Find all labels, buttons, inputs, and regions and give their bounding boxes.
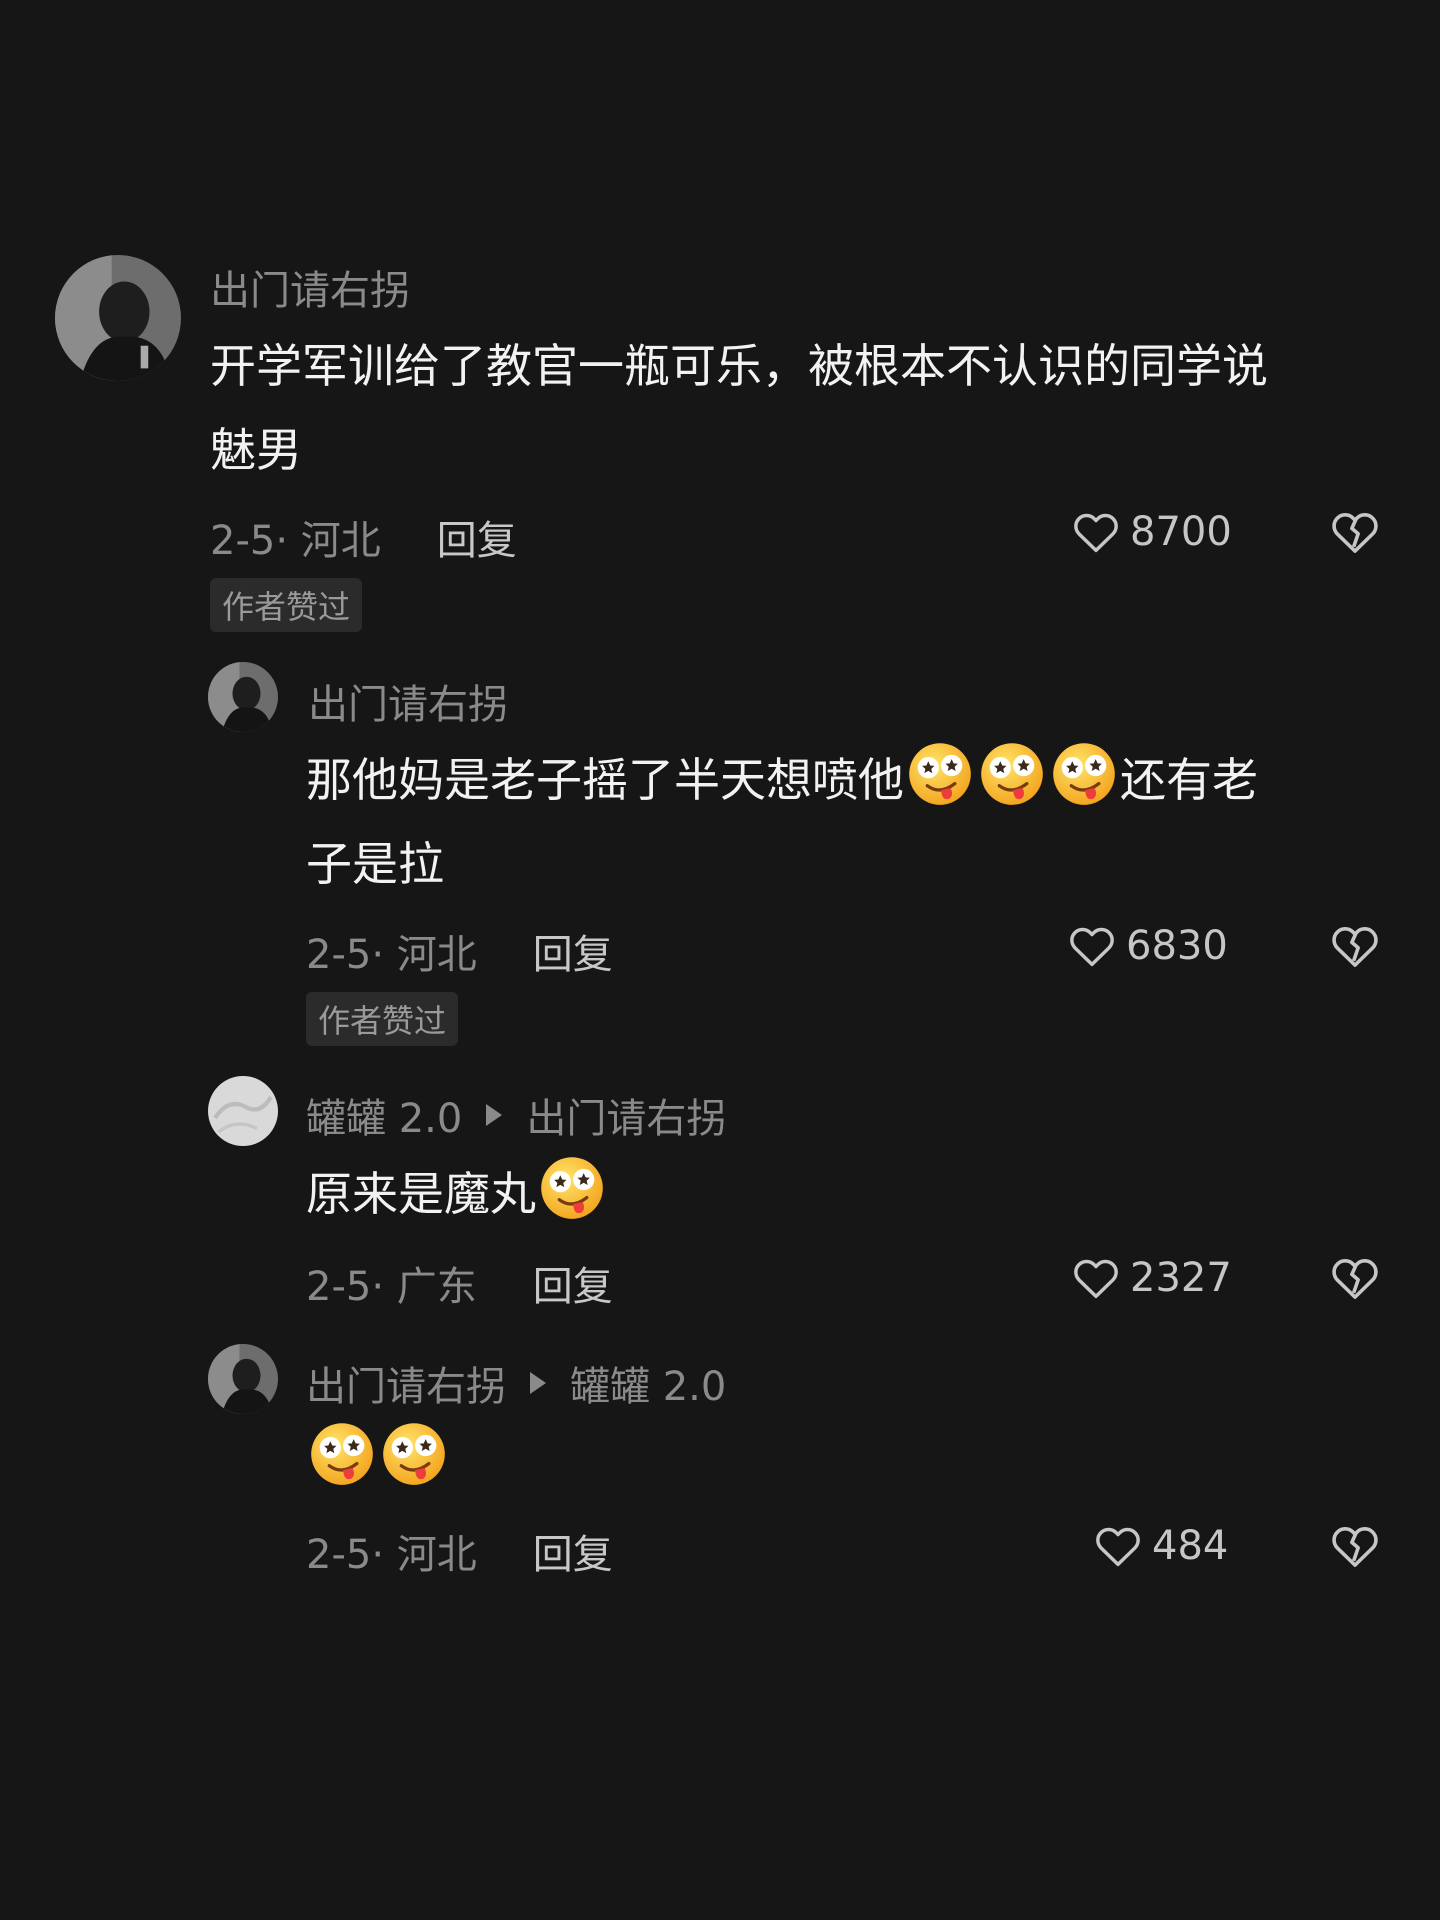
- like-count: 8700: [1130, 509, 1232, 555]
- author-name[interactable]: 出门请右拐: [308, 672, 508, 730]
- heart-outline-icon: [1066, 920, 1118, 972]
- heart-outline-icon: [1092, 1520, 1144, 1572]
- comment-text: [306, 1418, 450, 1502]
- reply-button[interactable]: 回复: [533, 922, 613, 980]
- reply-button[interactable]: 回复: [533, 1254, 613, 1312]
- reply-button[interactable]: 回复: [533, 1522, 613, 1580]
- author-name-row: 出门请右拐: [210, 258, 410, 316]
- author-liked-badge: 作者赞过: [210, 578, 363, 632]
- author-name[interactable]: 出门请右拐: [306, 1354, 506, 1412]
- comment-text-line: 魅男: [210, 423, 302, 477]
- reply-to-name[interactable]: 出门请右拐: [526, 1086, 726, 1144]
- drooling-star-eyes-emoji: [906, 740, 974, 808]
- author-name[interactable]: 出门请右拐: [210, 258, 410, 316]
- broken-heart-icon[interactable]: [1328, 505, 1382, 559]
- author-name-row: 出门请右拐 罐罐 2.0: [306, 1354, 726, 1412]
- comment-meta: 2-5· 河北 回复: [210, 508, 517, 566]
- comment-text-segment: 还有老: [1120, 753, 1258, 807]
- date-location: 2-5· 广东: [306, 1264, 477, 1310]
- avatar-photo: [55, 255, 181, 381]
- avatar[interactable]: [208, 1076, 278, 1146]
- broken-heart-icon[interactable]: [1328, 1251, 1382, 1305]
- heart-outline-icon: [1070, 1252, 1122, 1304]
- like-button[interactable]: 6830: [1066, 920, 1228, 972]
- comment-meta: 2-5· 河北 回复: [306, 922, 613, 980]
- date-location: 2-5· 河北: [306, 1532, 477, 1578]
- drooling-star-eyes-emoji: [1050, 740, 1118, 808]
- like-count: 6830: [1126, 923, 1228, 969]
- like-count: 2327: [1130, 1255, 1232, 1301]
- author-name-row: 罐罐 2.0 出门请右拐: [306, 1086, 726, 1144]
- comment-text: 开学军训给了教官一瓶可乐，被根本不认识的同学说 魅男: [210, 324, 1268, 492]
- like-button[interactable]: 2327: [1070, 1252, 1232, 1304]
- comment-meta: 2-5· 广东 回复: [306, 1254, 613, 1312]
- like-button[interactable]: 8700: [1070, 506, 1232, 558]
- date-location: 2-5· 河北: [210, 518, 381, 564]
- heart-outline-icon: [1070, 506, 1122, 558]
- date-location: 2-5· 河北: [306, 932, 477, 978]
- avatar-photo: [208, 1076, 278, 1146]
- like-button[interactable]: 484: [1092, 1520, 1228, 1572]
- comment-text: 原来是魔丸: [306, 1152, 608, 1236]
- comment-text-segment: 原来是魔丸: [306, 1167, 536, 1221]
- comment-meta: 2-5· 河北 回复: [306, 1522, 613, 1580]
- comment-text-line: 那他妈是老子摇了半天想喷他 还有老: [306, 738, 1258, 822]
- like-count: 484: [1152, 1523, 1229, 1569]
- avatar[interactable]: [55, 255, 181, 381]
- comment-text-line: 子是拉: [306, 837, 444, 891]
- broken-heart-icon[interactable]: [1328, 919, 1382, 973]
- author-name-row: 出门请右拐: [308, 672, 508, 730]
- comment-text: 那他妈是老子摇了半天想喷他 还有老 子是拉: [306, 738, 1258, 906]
- avatar[interactable]: [208, 1344, 278, 1414]
- avatar-photo: [208, 662, 278, 732]
- drooling-star-eyes-emoji: [538, 1154, 606, 1222]
- comment-text-line: 开学军训给了教官一瓶可乐，被根本不认识的同学说: [210, 339, 1268, 393]
- broken-heart-icon[interactable]: [1328, 1519, 1382, 1573]
- reply-button[interactable]: 回复: [437, 508, 517, 566]
- avatar-photo: [208, 1344, 278, 1414]
- reply-to-name[interactable]: 罐罐 2.0: [570, 1354, 726, 1412]
- drooling-star-eyes-emoji: [380, 1420, 448, 1488]
- author-name[interactable]: 罐罐 2.0: [306, 1086, 462, 1144]
- drooling-star-eyes-emoji: [308, 1420, 376, 1488]
- triangle-right-icon: [484, 1092, 504, 1138]
- author-liked-badge: 作者赞过: [306, 992, 459, 1046]
- comment-text-segment: 那他妈是老子摇了半天想喷他: [306, 753, 904, 807]
- triangle-right-icon: [528, 1360, 548, 1406]
- drooling-star-eyes-emoji: [978, 740, 1046, 808]
- avatar[interactable]: [208, 662, 278, 732]
